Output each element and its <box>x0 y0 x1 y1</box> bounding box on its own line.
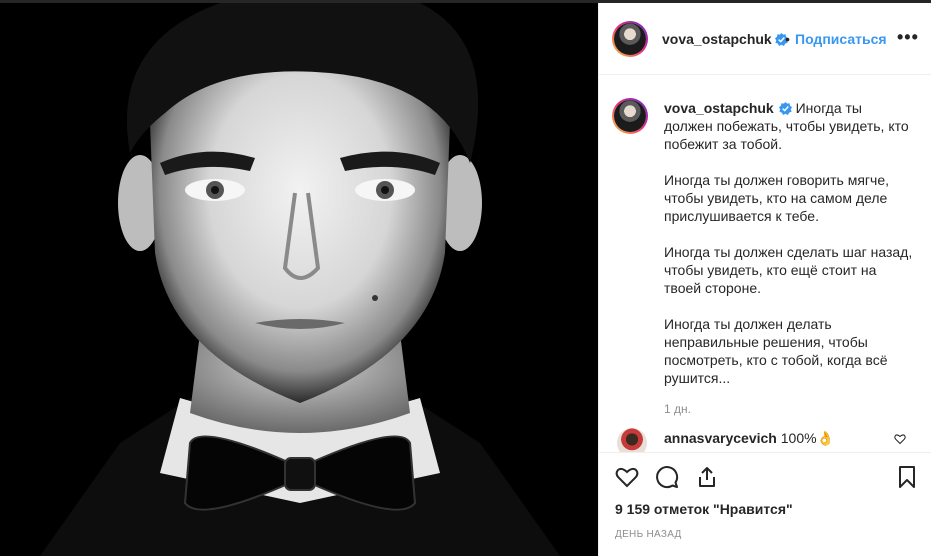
comment-text: 100%👌 <box>780 430 834 446</box>
comments-section[interactable]: vova_ostapchuk Иногда ты должен побежать… <box>599 76 931 452</box>
post-actions: 9 159 отметок "Нравится" день назад <box>599 452 931 556</box>
heart-icon[interactable] <box>615 465 639 489</box>
share-icon[interactable] <box>695 465 719 489</box>
author-avatar[interactable] <box>612 21 648 57</box>
post-caption: vova_ostapchuk Иногда ты должен побежать… <box>664 99 914 405</box>
post-side-panel: vova_ostapchuk • Подписаться ••• vova_os… <box>598 3 931 556</box>
caption-paragraph: vova_ostapchuk Иногда ты должен побежать… <box>664 99 914 153</box>
post-time-ago[interactable]: день назад <box>615 529 682 540</box>
post-header: vova_ostapchuk • Подписаться ••• <box>599 3 931 75</box>
caption-paragraph: Иногда ты должен говорить мягче, чтобы у… <box>664 172 889 224</box>
caption-paragraph: Иногда ты должен делать неправильные реш… <box>664 316 888 386</box>
post-photo[interactable] <box>0 3 598 556</box>
comment-item: annasvarycevich 100%👌 <box>599 425 931 452</box>
more-options-button[interactable]: ••• <box>897 27 919 48</box>
commenter-username[interactable]: annasvarycevich <box>664 430 777 446</box>
caption-author-avatar[interactable] <box>612 98 648 134</box>
caption-author-username[interactable]: vova_ostapchuk <box>664 100 774 116</box>
commenter-avatar[interactable] <box>617 428 647 452</box>
follow-separator: • <box>785 31 790 47</box>
like-comment-icon[interactable] <box>894 433 906 445</box>
caption-timestamp[interactable]: 1 дн. <box>664 402 691 416</box>
likes-count[interactable]: 9 159 отметок "Нравится" <box>615 501 793 517</box>
author-username[interactable]: vova_ostapchuk <box>662 31 772 47</box>
caption-paragraph: Иногда ты должен сделать шаг назад, чтоб… <box>664 244 913 296</box>
bookmark-icon[interactable] <box>895 465 919 489</box>
comment-icon[interactable] <box>655 465 679 489</box>
verified-badge-icon <box>778 102 792 115</box>
follow-button[interactable]: Подписаться <box>795 31 887 47</box>
